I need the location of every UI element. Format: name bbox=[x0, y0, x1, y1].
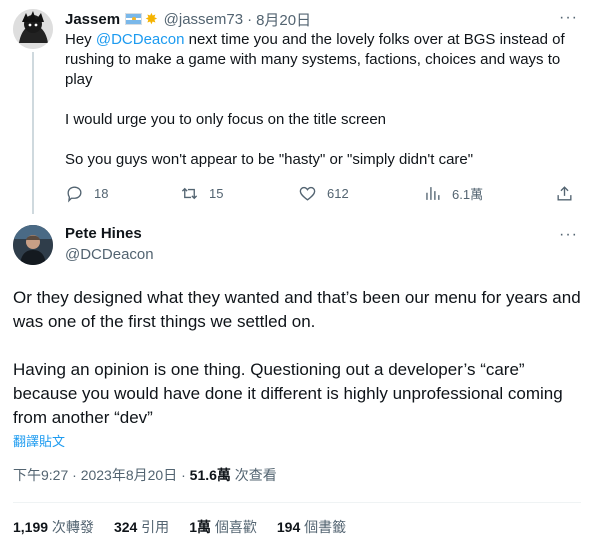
parent-tweet-header: Jassem ✸ @jassem73 · 8月20日 bbox=[65, 9, 311, 29]
views-button[interactable]: 6.1萬 bbox=[423, 181, 483, 205]
tweet-paragraph: Or they designed what they wanted and th… bbox=[13, 288, 581, 331]
views-label: 次查看 bbox=[230, 467, 277, 483]
view-count: 6.1萬 bbox=[452, 186, 484, 202]
jassem-avatar[interactable] bbox=[13, 9, 53, 49]
tweet-stats: 1,199 次轉發 324 引用 1萬 個喜歡 194 個書籤 bbox=[13, 517, 366, 537]
quotes-stat[interactable]: 324 引用 bbox=[114, 517, 169, 537]
tweet-meta: 下午9:27 · 2023年8月20日 · 51.6萬 次查看 bbox=[13, 467, 277, 483]
heart-icon bbox=[299, 186, 316, 201]
divider bbox=[13, 502, 581, 503]
view-count: 51.6萬 bbox=[189, 467, 231, 483]
tweet-paragraph: Having an opinion is one thing. Question… bbox=[13, 360, 563, 427]
pete-hines-avatar[interactable] bbox=[13, 225, 53, 265]
reply-icon bbox=[67, 185, 82, 202]
tweet-paragraph: So you guys won't appear to be "hasty" o… bbox=[65, 151, 474, 168]
likes-stat[interactable]: 1萬 個喜歡 bbox=[189, 517, 257, 537]
tweet-timestamp[interactable]: 8月20日 bbox=[256, 9, 311, 30]
parent-tweet-actions: 18 15 612 6.1萬 bbox=[65, 181, 580, 205]
retweet-count: 15 bbox=[209, 185, 224, 201]
like-count: 612 bbox=[327, 185, 349, 201]
analytics-icon bbox=[426, 186, 440, 200]
bookmarks-stat[interactable]: 194 個書籤 bbox=[277, 517, 346, 537]
mention-link[interactable]: @DCDeacon bbox=[96, 31, 185, 48]
author-name[interactable]: Jassem bbox=[65, 11, 120, 28]
share-icon bbox=[557, 185, 572, 201]
author-handle[interactable]: @DCDeacon bbox=[65, 246, 154, 263]
tweet-paragraph: I would urge you to only focus on the ti… bbox=[65, 111, 387, 128]
retweet-button[interactable]: 15 bbox=[180, 181, 223, 205]
reply-button[interactable]: 18 bbox=[65, 181, 108, 205]
star-icon: ✸ bbox=[145, 10, 158, 28]
author-handle[interactable]: @jassem73 bbox=[164, 11, 243, 28]
main-tweet-text: Or they designed what they wanted and th… bbox=[13, 286, 581, 430]
tweet-paragraph: Hey @DCDeacon next time you and the love… bbox=[65, 31, 565, 88]
argentina-flag-icon bbox=[125, 13, 143, 25]
tweet-time[interactable]: 下午9:27 bbox=[13, 467, 68, 483]
retweet-icon bbox=[181, 187, 198, 199]
thread-connector-line bbox=[32, 52, 34, 214]
share-button[interactable] bbox=[555, 181, 574, 205]
translate-post-link[interactable]: 翻譯貼文 bbox=[13, 431, 65, 450]
parent-tweet-text: Hey @DCDeacon next time you and the love… bbox=[65, 30, 580, 170]
like-button[interactable]: 612 bbox=[298, 181, 349, 205]
reply-count: 18 bbox=[94, 185, 109, 201]
separator-dot: · bbox=[247, 10, 253, 28]
retweets-stat[interactable]: 1,199 次轉發 bbox=[13, 517, 94, 537]
parent-tweet[interactable]: Jassem ✸ @jassem73 · 8月20日 ··· Hey @DCDe… bbox=[0, 0, 592, 214]
more-options-icon[interactable]: ··· bbox=[559, 9, 578, 27]
author-name[interactable]: Pete Hines bbox=[65, 225, 142, 242]
more-options-icon[interactable]: ··· bbox=[559, 226, 578, 244]
tweet-date[interactable]: 2023年8月20日 bbox=[81, 467, 178, 483]
